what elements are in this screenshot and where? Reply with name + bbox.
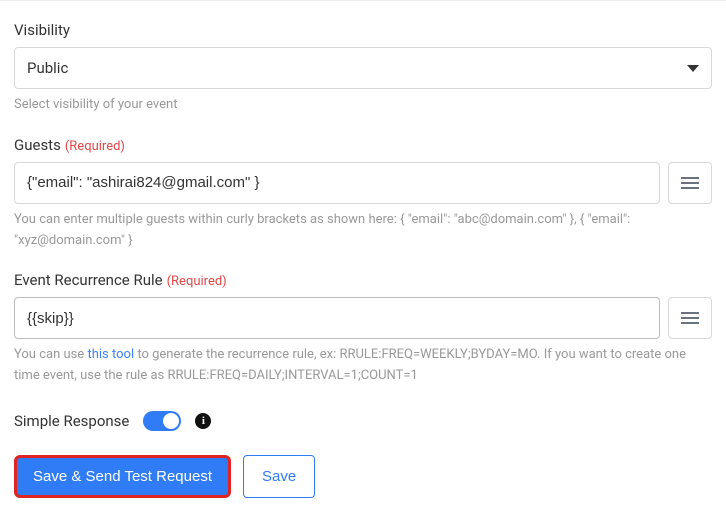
menu-icon — [681, 177, 699, 179]
guests-group: Guests (Required) You can enter multiple … — [14, 136, 712, 252]
recurrence-helper-link[interactable]: this tool — [87, 347, 134, 362]
menu-icon — [681, 312, 699, 314]
guests-label: Guests (Required) — [14, 136, 712, 154]
info-icon[interactable]: i — [195, 413, 211, 429]
simple-response-label: Simple Response — [14, 412, 129, 430]
save-send-test-button[interactable]: Save & Send Test Request — [14, 455, 231, 498]
save-button[interactable]: Save — [243, 455, 315, 498]
menu-icon — [681, 182, 699, 184]
recurrence-menu-button[interactable] — [668, 297, 712, 339]
guests-label-text: Guests — [14, 136, 61, 154]
recurrence-required: (Required) — [167, 274, 227, 289]
visibility-value: Public — [27, 59, 687, 77]
guests-menu-button[interactable] — [668, 162, 712, 204]
simple-response-toggle[interactable] — [143, 411, 181, 431]
button-row: Save & Send Test Request Save — [14, 455, 712, 498]
recurrence-helper-pre: You can use — [14, 347, 87, 362]
recurrence-helper: You can use this tool to generate the re… — [14, 345, 712, 387]
toggle-knob — [163, 413, 179, 429]
chevron-down-icon — [687, 65, 699, 72]
recurrence-label-text: Event Recurrence Rule — [14, 271, 163, 289]
visibility-group: Visibility Public Select visibility of y… — [14, 21, 712, 116]
menu-icon — [681, 187, 699, 189]
visibility-helper: Select visibility of your event — [14, 95, 712, 116]
recurrence-group: Event Recurrence Rule (Required) You can … — [14, 271, 712, 387]
guests-input[interactable] — [14, 162, 660, 204]
menu-icon — [681, 322, 699, 324]
guests-input-row — [14, 162, 712, 204]
simple-response-row: Simple Response i — [14, 411, 712, 431]
guests-helper: You can enter multiple guests within cur… — [14, 210, 712, 252]
recurrence-input[interactable] — [14, 297, 660, 339]
menu-icon — [681, 317, 699, 319]
visibility-select[interactable]: Public — [14, 47, 712, 89]
visibility-label: Visibility — [14, 21, 712, 39]
recurrence-input-row — [14, 297, 712, 339]
guests-required: (Required) — [65, 139, 125, 154]
recurrence-label: Event Recurrence Rule (Required) — [14, 271, 712, 289]
